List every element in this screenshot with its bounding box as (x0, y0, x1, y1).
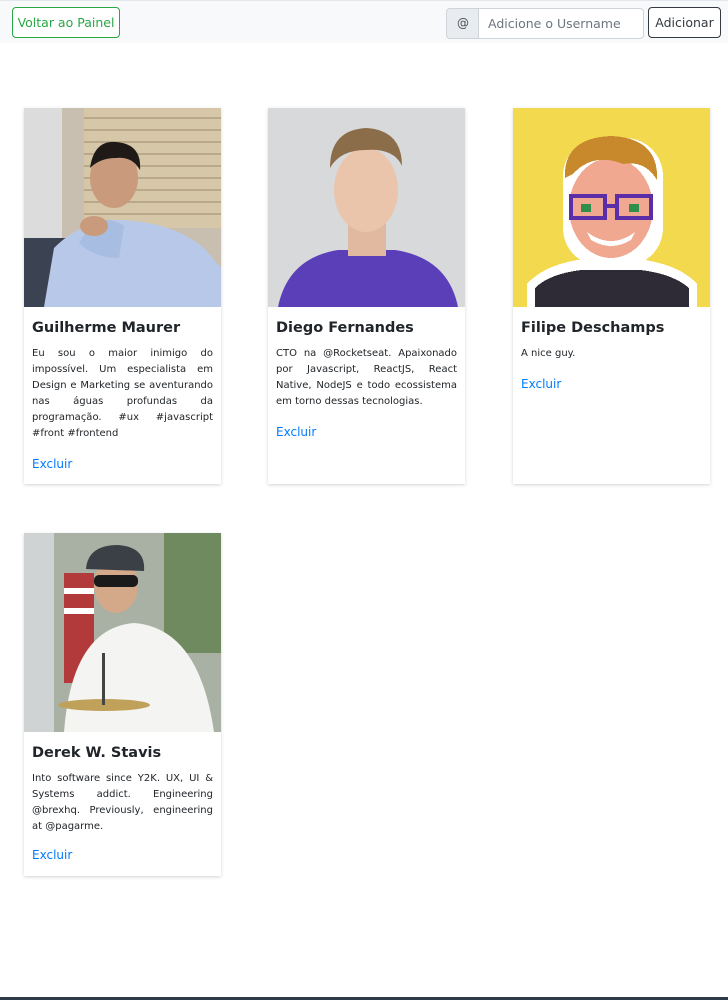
delete-user-link[interactable]: Excluir (276, 425, 316, 439)
user-bio: Into software since Y2K. UX, UI & System… (32, 773, 213, 832)
user-name: Filipe Deschamps (521, 320, 665, 336)
at-sign-prefix: @ (446, 8, 479, 39)
user-name: Guilherme Maurer (32, 320, 181, 336)
user-photo (268, 108, 465, 307)
user-photo (24, 108, 221, 307)
user-card: Guilherme Maurer Eu sou o maior inimigo … (24, 108, 221, 484)
add-user-button[interactable]: Adicionar (648, 7, 721, 38)
user-photo (24, 533, 221, 732)
user-photo (513, 108, 710, 307)
delete-user-link[interactable]: Excluir (521, 377, 561, 391)
user-bio: CTO na @Rocketseat. Apaixonado por Javas… (276, 348, 457, 407)
user-card: Derek W. Stavis Into software since Y2K.… (24, 533, 221, 876)
username-input[interactable] (478, 8, 644, 39)
user-card: Diego Fernandes CTO na @Rocketseat. Apai… (268, 108, 465, 484)
user-name: Derek W. Stavis (32, 745, 162, 761)
user-name: Diego Fernandes (276, 320, 414, 336)
delete-user-link[interactable]: Excluir (32, 848, 72, 862)
delete-user-link[interactable]: Excluir (32, 457, 72, 471)
user-bio: Eu sou o maior inimigo do impossível. Um… (32, 348, 213, 439)
username-input-group: @ (446, 8, 644, 39)
back-to-dashboard-button[interactable]: Voltar ao Painel (12, 7, 120, 38)
top-toolbar: Voltar ao Painel @ Adicionar (0, 0, 728, 43)
user-card: Filipe Deschamps A nice guy. Excluir (513, 108, 710, 484)
user-bio: A nice guy. (521, 348, 576, 359)
